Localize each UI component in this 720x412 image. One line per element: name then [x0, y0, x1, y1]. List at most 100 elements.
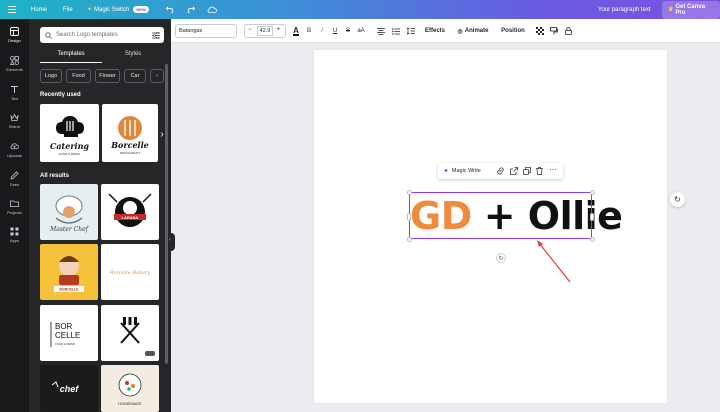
borcelle-subtext: RESTAURANT	[120, 151, 140, 155]
top-bar: Home File ✦ Magic Switch NEW Your paragr…	[0, 0, 720, 19]
tab-templates[interactable]: Templates	[40, 49, 102, 63]
rotate-icon: ↻	[498, 255, 504, 262]
resize-handle-tr[interactable]	[590, 190, 595, 195]
font-family-select[interactable]: Batangas	[175, 24, 237, 38]
trash-icon[interactable]	[536, 167, 543, 177]
italic-icon[interactable]: I	[318, 19, 326, 43]
chips-next-button[interactable]: ›	[150, 69, 164, 83]
rail-item-brand[interactable]: Brand	[0, 113, 29, 129]
borcelle-text: Borcelle	[110, 140, 148, 150]
all-results-heading: All results	[40, 173, 70, 179]
rail-label: Elements	[6, 67, 23, 72]
templates-panel: Search Logo templates Templates Styles L…	[29, 19, 171, 412]
effects-button[interactable]: Effects	[425, 19, 445, 43]
refresh-button[interactable]: ↻	[670, 192, 685, 207]
template-thumbnail-borcelle[interactable]: Borcelle RESTAURANT	[102, 104, 158, 162]
tab-styles[interactable]: Styles	[102, 49, 164, 63]
font-size-input[interactable]: 42.9	[257, 26, 273, 36]
template-thumbnail-utensils[interactable]	[101, 305, 159, 361]
home-link[interactable]: Home	[31, 0, 47, 19]
rail-label: Projects	[7, 210, 22, 215]
collapse-panel-handle[interactable]: ‹	[169, 233, 175, 251]
text-icon	[10, 85, 19, 94]
file-menu[interactable]: File	[63, 0, 73, 19]
letter-case-icon[interactable]: aA	[356, 19, 366, 43]
magic-switch-label: Magic Switch	[94, 6, 130, 13]
element-context-toolbar: ✦ Magic Write ⋯	[438, 163, 563, 179]
folder-icon	[10, 199, 19, 208]
undo-icon[interactable]	[166, 0, 174, 19]
magic-write-button[interactable]: ✦ Magic Write	[443, 163, 481, 179]
chevron-right-icon: ›	[156, 73, 158, 79]
rail-item-draw[interactable]: Draw	[0, 171, 29, 187]
pen-icon	[10, 171, 19, 180]
chef-text: chef	[60, 384, 80, 394]
search-input[interactable]: Search Logo templates	[56, 32, 118, 38]
more-options-icon[interactable]: ⋯	[549, 165, 557, 174]
cloud-save-icon[interactable]	[207, 0, 217, 19]
resize-handle-right[interactable]	[590, 213, 594, 221]
template-thumbnail-borcelle-badge[interactable]: BORCELLE	[40, 244, 98, 300]
master-chef-logo: Master Chef	[49, 195, 90, 233]
rail-item-uploads[interactable]: Uploads	[0, 142, 29, 158]
align-center-icon[interactable]	[376, 19, 386, 43]
template-thumbnail-larana[interactable]: LARANA	[101, 184, 159, 240]
document-title[interactable]: Your paragraph text	[598, 0, 650, 19]
chevron-right-icon: ›	[160, 128, 164, 140]
larana-text: LARANA	[122, 215, 139, 220]
open-external-icon[interactable]	[510, 167, 518, 177]
template-thumbnail-master-chef[interactable]: Master Chef	[40, 184, 98, 240]
side-rail: Design Elements Text Brand Uploads Draw …	[0, 19, 29, 412]
rail-label: Design	[8, 38, 21, 43]
rail-item-elements[interactable]: Elements	[0, 56, 29, 72]
underline-icon[interactable]: U	[331, 19, 339, 43]
resize-handle-bl[interactable]	[407, 237, 412, 242]
rail-item-apps[interactable]: Apps	[0, 227, 29, 243]
template-thumbnail-homemade[interactable]: HOMEMADE	[101, 365, 159, 412]
homemade-logo: HOMEMADE	[118, 373, 142, 406]
panel-tabs: Templates Styles	[40, 49, 164, 63]
duplicate-icon[interactable]	[523, 167, 531, 177]
catering-subtext: FOOD & DRINK	[59, 152, 81, 156]
chip-logo[interactable]: Logo	[40, 69, 62, 83]
magic-switch-button[interactable]: ✦ Magic Switch NEW	[87, 0, 149, 19]
get-pro-button[interactable]: ♛ Get Canva Pro	[662, 0, 720, 19]
template-thumbnail-borcelle-script[interactable]: Borcelle Bakery	[101, 244, 159, 300]
borcelle-logo: Borcelle RESTAURANT	[110, 116, 149, 155]
panel-scrollbar[interactable]	[165, 64, 168, 364]
lock-icon[interactable]	[563, 19, 573, 43]
spacing-icon[interactable]	[406, 19, 416, 43]
chip-flower[interactable]: Flower	[95, 69, 120, 83]
rail-item-projects[interactable]: Projects	[0, 199, 29, 215]
strikethrough-icon[interactable]: S	[344, 19, 352, 43]
increase-size-button[interactable]: +	[277, 27, 281, 33]
template-thumbnail-bor-celle[interactable]: BOR CELLE FOOD & DRINK	[40, 305, 98, 361]
resize-handle-tl[interactable]	[407, 190, 412, 195]
celle-text: CELLE	[55, 331, 80, 340]
editor-toolbar: Batangas − 42.9 + A B I U S aA Effects ◎…	[171, 19, 720, 43]
redo-icon[interactable]	[187, 0, 195, 19]
bold-icon[interactable]: B	[305, 19, 313, 43]
text-color-button[interactable]: A	[291, 19, 301, 43]
rail-item-text[interactable]: Text	[0, 85, 29, 101]
recently-used-heading: Recently used	[40, 92, 81, 98]
resize-handle-left[interactable]	[407, 213, 411, 221]
transparency-icon[interactable]	[535, 19, 545, 43]
list-icon[interactable]	[391, 19, 401, 43]
search-box[interactable]: Search Logo templates	[40, 27, 164, 43]
animate-button[interactable]: ◎ Animate	[456, 19, 490, 43]
rail-item-design[interactable]: Design	[0, 27, 29, 43]
menu-icon[interactable]	[8, 0, 16, 19]
decrease-size-button[interactable]: −	[248, 27, 252, 33]
crown-icon: ♛	[668, 7, 674, 13]
position-button[interactable]: Position	[501, 19, 525, 43]
resize-handle-br[interactable]	[590, 237, 595, 242]
link-icon[interactable]	[496, 167, 505, 177]
template-thumbnail-chef[interactable]: chef	[40, 365, 98, 412]
chip-food[interactable]: Food	[66, 69, 91, 83]
rotate-handle[interactable]: ↻	[496, 253, 506, 263]
filter-icon[interactable]	[152, 31, 160, 39]
copy-style-icon[interactable]	[549, 19, 559, 43]
template-thumbnail-catering[interactable]: Catering FOOD & DRINK	[40, 104, 99, 162]
chip-car[interactable]: Car	[124, 69, 146, 83]
